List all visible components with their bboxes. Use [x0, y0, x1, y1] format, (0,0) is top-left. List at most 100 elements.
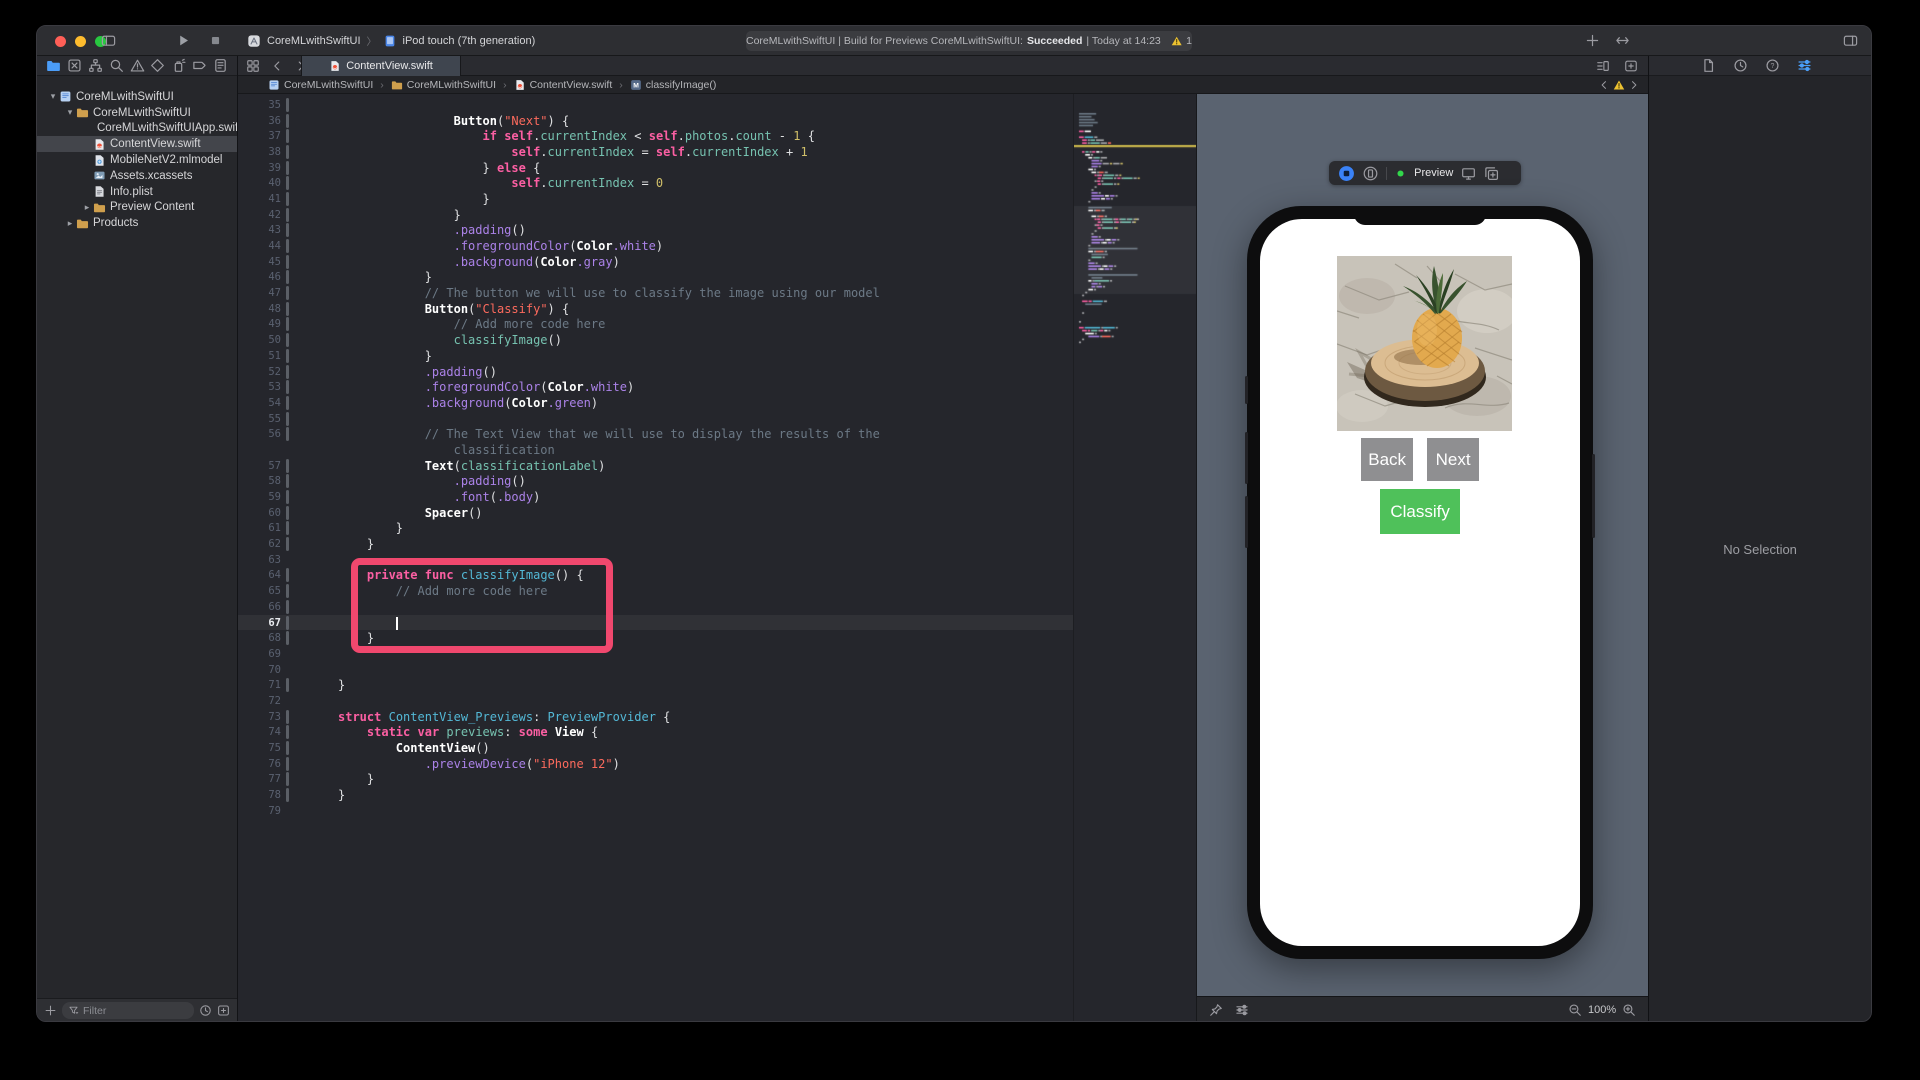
tab-contentview[interactable]: ContentView.swift: [301, 56, 461, 76]
code-line[interactable]: 65 // Add more code here: [238, 583, 1073, 599]
issue-warning-icon[interactable]: [1613, 79, 1625, 91]
code-line[interactable]: 66: [238, 599, 1073, 615]
code-line[interactable]: 46 }: [238, 270, 1073, 286]
project-navigator-icon[interactable]: [46, 58, 61, 73]
disclosure-right-icon[interactable]: ▸: [81, 202, 93, 213]
code-line[interactable]: 70: [238, 662, 1073, 678]
code-line[interactable]: 61 }: [238, 521, 1073, 537]
code-line[interactable]: 64 private func classifyImage() {: [238, 568, 1073, 584]
code-editor[interactable]: 35 36 Button("Next") {37 if self.currentI…: [238, 94, 1074, 1021]
code-line[interactable]: 54 .background(Color.green): [238, 395, 1073, 411]
code-line[interactable]: 50 classifyImage(): [238, 332, 1073, 348]
code-line[interactable]: 43 .padding(): [238, 223, 1073, 239]
warning-icon[interactable]: [1171, 35, 1182, 47]
minimize-window-button[interactable]: [75, 36, 86, 47]
toggle-inspector-icon[interactable]: [1843, 33, 1858, 48]
code-line[interactable]: 44 .foregroundColor(Color.white): [238, 238, 1073, 254]
warning-count[interactable]: 1: [1186, 35, 1192, 47]
navigator-item[interactable]: ContentView.swift: [37, 136, 237, 153]
previous-issue-icon[interactable]: [1598, 79, 1610, 91]
code-line[interactable]: 49 // Add more code here: [238, 317, 1073, 333]
file-inspector-icon[interactable]: [1701, 58, 1716, 73]
attributes-inspector-icon[interactable]: [1797, 58, 1812, 73]
code-line[interactable]: 67: [238, 614, 1074, 631]
navigator-item[interactable]: ▾ CoreMLwithSwiftUI: [37, 89, 237, 105]
code-line[interactable]: 51 }: [238, 348, 1073, 364]
breakpoint-navigator-icon[interactable]: [192, 58, 207, 73]
code-line[interactable]: 59 .font(.body): [238, 489, 1073, 505]
editor-options-icon[interactable]: [1596, 59, 1610, 73]
navigator-item[interactable]: Assets.xcassets: [37, 168, 237, 184]
run-button[interactable]: [176, 33, 191, 48]
source-control-status-icon[interactable]: [217, 1004, 230, 1017]
breadcrumb-item[interactable]: CoreMLwithSwiftUI: [391, 79, 496, 91]
code-line[interactable]: 39 } else {: [238, 160, 1073, 176]
disclosure-right-icon[interactable]: ▸: [64, 218, 76, 229]
next-button[interactable]: Next: [1427, 438, 1480, 481]
quick-help-inspector-icon[interactable]: ?: [1765, 58, 1780, 73]
code-line[interactable]: 78}: [238, 787, 1073, 803]
code-line[interactable]: 60 Spacer(): [238, 505, 1073, 521]
navigator-item[interactable]: ▸ Preview Content: [37, 200, 237, 216]
report-navigator-icon[interactable]: [213, 58, 228, 73]
code-line[interactable]: 40 self.currentIndex = 0: [238, 175, 1073, 191]
test-navigator-icon[interactable]: [150, 58, 165, 73]
breadcrumb-item[interactable]: CoreMLwithSwiftUI: [268, 79, 373, 91]
preview-on-device-icon[interactable]: [1461, 166, 1476, 181]
find-navigator-icon[interactable]: [109, 58, 124, 73]
close-window-button[interactable]: [55, 36, 66, 47]
classify-button[interactable]: Classify: [1380, 489, 1461, 534]
code-line[interactable]: 58 .padding(): [238, 474, 1073, 490]
select-device-icon[interactable]: [1363, 166, 1378, 181]
code-line[interactable]: 41 }: [238, 191, 1073, 207]
navigator-item[interactable]: ▾ CoreMLwithSwiftUI: [37, 105, 237, 121]
code-line[interactable]: 37 if self.currentIndex < self.photos.co…: [238, 128, 1073, 144]
disclosure-down-icon[interactable]: ▾: [47, 91, 59, 102]
scheme-name[interactable]: CoreMLwithSwiftUI: [267, 35, 361, 47]
code-line[interactable]: 68 }: [238, 630, 1073, 646]
code-line[interactable]: 77 }: [238, 772, 1073, 788]
code-line[interactable]: 35: [238, 97, 1073, 113]
canvas-settings-icon[interactable]: [1235, 1003, 1249, 1017]
code-line[interactable]: 62 }: [238, 536, 1073, 552]
recent-files-icon[interactable]: [199, 1004, 212, 1017]
code-line[interactable]: classification: [238, 442, 1073, 458]
source-control-navigator-icon[interactable]: [67, 58, 82, 73]
navigator-item[interactable]: ▸ Products: [37, 215, 237, 231]
add-editor-icon[interactable]: [1624, 59, 1638, 73]
navigator-item[interactable]: CoreMLwithSwiftUIApp.swift: [37, 121, 237, 137]
minimap[interactable]: [1073, 94, 1198, 1021]
code-line[interactable]: 53 .foregroundColor(Color.white): [238, 379, 1073, 395]
live-preview-icon[interactable]: [1338, 165, 1355, 182]
duplicate-preview-icon[interactable]: [1484, 166, 1499, 181]
code-line[interactable]: 63: [238, 552, 1073, 568]
navigator-item[interactable]: Info.plist: [37, 184, 237, 200]
stop-button[interactable]: [208, 33, 223, 48]
code-line[interactable]: 74 static var previews: some View {: [238, 725, 1073, 741]
code-line[interactable]: 79: [238, 803, 1073, 819]
breadcrumb-item[interactable]: MclassifyImage(): [630, 79, 716, 91]
code-line[interactable]: 56 // The Text View that we will use to …: [238, 426, 1073, 442]
zoom-in-icon[interactable]: [1622, 1003, 1636, 1017]
editor-split-icon[interactable]: [1615, 33, 1630, 48]
code-line[interactable]: 47 // The button we will use to classify…: [238, 285, 1073, 301]
issue-navigator-icon[interactable]: [130, 58, 145, 73]
code-line[interactable]: 73 struct ContentView_Previews: PreviewPr…: [238, 709, 1073, 725]
run-destination-name[interactable]: iPod touch (7th generation): [403, 35, 536, 47]
code-line[interactable]: 72: [238, 693, 1073, 709]
navigator-item[interactable]: MobileNetV2.mlmodel: [37, 152, 237, 168]
code-line[interactable]: 45 .background(Color.gray): [238, 254, 1073, 270]
history-inspector-icon[interactable]: [1733, 58, 1748, 73]
code-line[interactable]: 69: [238, 646, 1073, 662]
next-issue-icon[interactable]: [1628, 79, 1640, 91]
editor-overview-icon[interactable]: [246, 59, 260, 73]
code-line[interactable]: 52 .padding(): [238, 364, 1073, 380]
filter-input[interactable]: Filter: [62, 1002, 194, 1019]
code-line[interactable]: 38 self.currentIndex = self.currentIndex…: [238, 144, 1073, 160]
toggle-navigator-icon[interactable]: [101, 33, 116, 48]
code-line[interactable]: 55: [238, 411, 1073, 427]
debug-navigator-icon[interactable]: [171, 58, 186, 73]
scheme-selector[interactable]: CoreMLwithSwiftUI 〉 iPod touch (7th gene…: [247, 26, 535, 55]
code-line[interactable]: 48 Button("Classify") {: [238, 301, 1073, 317]
zoom-out-icon[interactable]: [1568, 1003, 1582, 1017]
